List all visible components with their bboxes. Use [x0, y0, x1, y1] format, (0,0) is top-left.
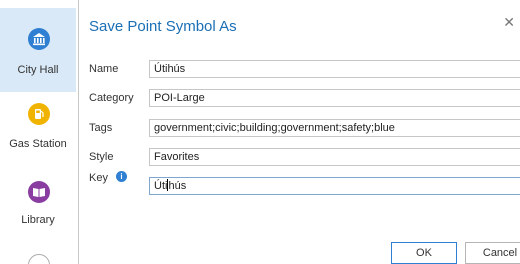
save-symbol-dialog: Save Point Symbol As ✕ Name Útihús Categ…: [78, 0, 520, 264]
tags-label: Tags: [89, 122, 113, 134]
gallery-item-library[interactable]: Library: [0, 162, 76, 242]
info-icon[interactable]: i: [116, 171, 127, 182]
gallery-item-label: City Hall: [17, 64, 59, 76]
gallery-item-gas-station[interactable]: Gas Station: [0, 92, 76, 162]
style-field[interactable]: Favorites: [149, 148, 520, 166]
city-hall-icon: [28, 28, 50, 50]
cancel-button[interactable]: Cancel: [465, 242, 520, 264]
book-icon: [28, 181, 50, 203]
key-field[interactable]: Útihús: [149, 177, 520, 195]
key-text-before: Úti: [154, 180, 168, 192]
name-label: Name: [89, 63, 119, 75]
gallery-item-city-hall[interactable]: City Hall: [0, 8, 76, 92]
category-field[interactable]: POI-Large: [149, 89, 520, 107]
tags-field[interactable]: government;civic;building;government;saf…: [149, 119, 520, 137]
ok-button[interactable]: OK: [391, 242, 457, 264]
category-label: Category: [89, 92, 134, 104]
dialog-title: Save Point Symbol As: [89, 18, 237, 35]
gas-pump-icon: [28, 103, 50, 125]
close-icon[interactable]: ✕: [503, 14, 515, 31]
style-label: Style: [89, 151, 114, 163]
name-field[interactable]: Útihús: [149, 60, 520, 78]
gallery-item-label: Gas Station: [9, 138, 67, 150]
gallery-item-label: Library: [21, 214, 55, 226]
partial-symbol-icon: [28, 254, 50, 264]
key-text-after: hús: [168, 180, 187, 192]
key-label: Key: [89, 172, 108, 184]
symbol-gallery: City Hall Gas Station Library: [0, 0, 79, 264]
